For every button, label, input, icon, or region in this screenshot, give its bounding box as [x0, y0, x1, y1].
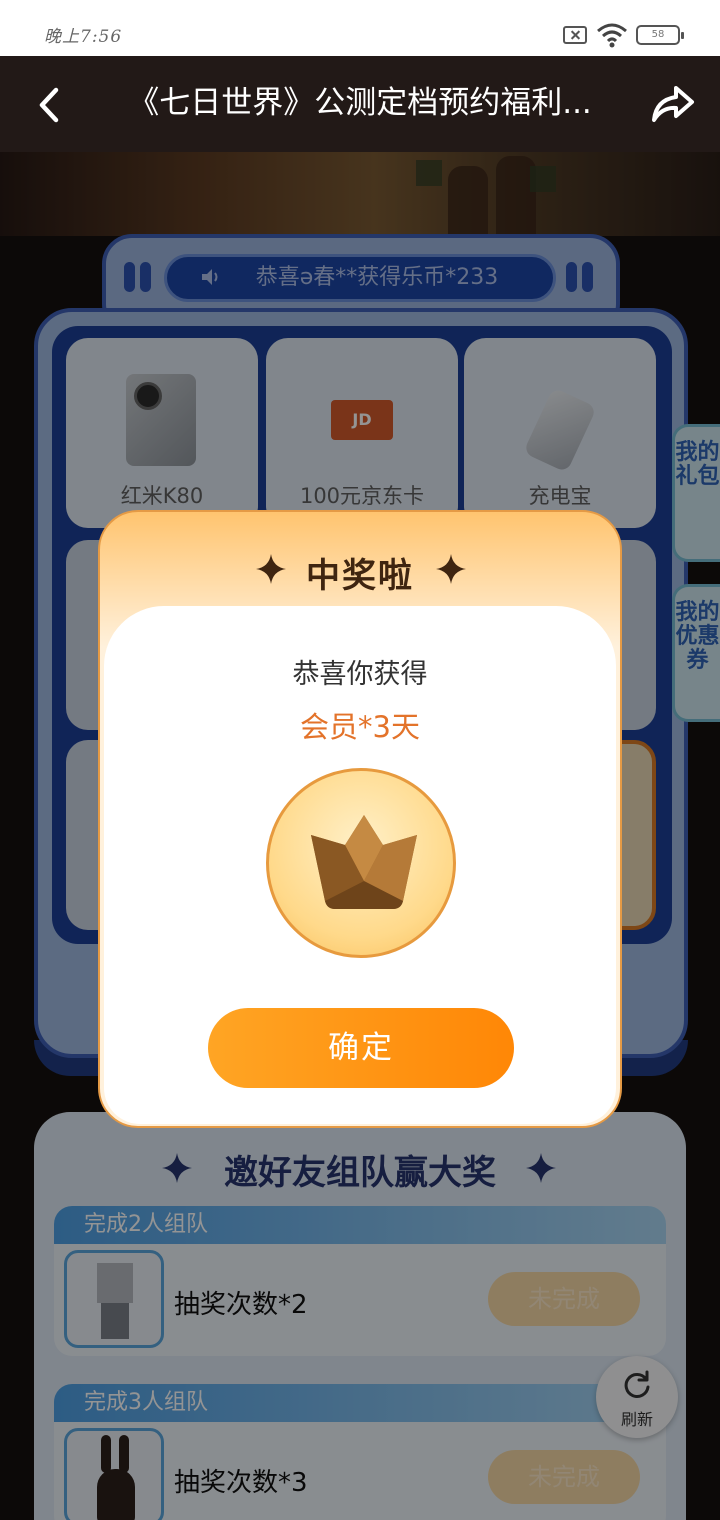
- share-icon[interactable]: [646, 78, 698, 130]
- wifi-icon: [597, 23, 627, 48]
- confirm-button[interactable]: 确定: [208, 1008, 514, 1088]
- status-bar: 晚上7:56 58: [0, 0, 720, 56]
- modal-subtitle: 恭喜你获得: [292, 659, 428, 690]
- page-title: 《七日世界》公测定档预约福利...: [128, 85, 592, 121]
- crown-badge: [266, 768, 456, 958]
- modal-prize: 会员*3天: [300, 710, 420, 744]
- no-sim-icon: [563, 26, 587, 44]
- crown-icon: [311, 815, 417, 909]
- title-bar: 《七日世界》公测定档预约福利...: [0, 56, 720, 152]
- sparkle-icon: [436, 554, 466, 584]
- battery-icon: 58: [636, 25, 684, 45]
- status-time: 晚上7:56: [44, 27, 123, 47]
- battery-level: 58: [651, 29, 665, 40]
- back-button[interactable]: [26, 80, 76, 130]
- back-arrow-icon: [39, 87, 59, 123]
- modal-title: 中奖啦: [306, 556, 414, 596]
- prize-modal: 中奖啦 恭喜你获得 会员*3天 确定: [98, 510, 622, 1128]
